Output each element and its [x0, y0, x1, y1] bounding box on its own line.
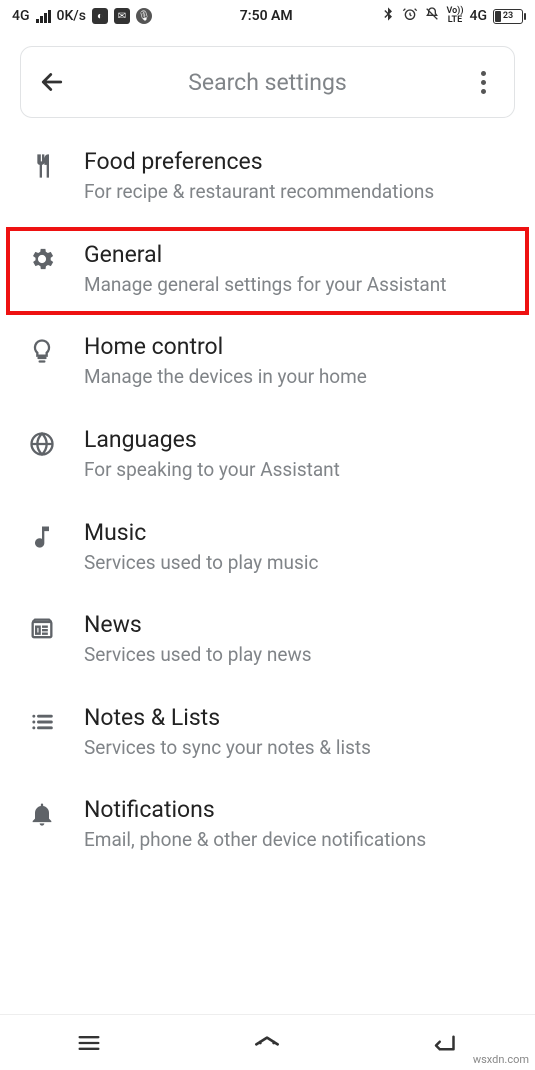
- settings-item-subtitle: For recipe & restaurant recommendations: [84, 179, 515, 205]
- settings-item-subtitle: Services to sync your notes & lists: [84, 735, 515, 761]
- settings-item-title: Music: [84, 519, 515, 546]
- search-input[interactable]: Search settings: [69, 69, 466, 96]
- settings-item-languages[interactable]: Languages For speaking to your Assistant: [0, 410, 535, 503]
- battery-icon: 23: [493, 9, 523, 24]
- settings-item-subtitle: Services used to play music: [84, 550, 515, 576]
- status-time: 7:50 AM: [240, 8, 293, 24]
- settings-item-news[interactable]: News Services used to play news: [0, 595, 535, 688]
- settings-item-title: News: [84, 611, 515, 638]
- settings-item-title: Food preferences: [84, 148, 515, 175]
- settings-item-general[interactable]: General Manage general settings for your …: [4, 225, 531, 318]
- mic-icon: 🎙: [136, 8, 152, 24]
- gear-icon: [22, 241, 62, 273]
- settings-item-title: Notifications: [84, 796, 515, 823]
- settings-item-text: Home control Manage the devices in your h…: [84, 333, 515, 390]
- volte-label: Vo))LTE: [446, 7, 463, 25]
- list-icon: [22, 704, 62, 736]
- settings-item-food-preferences[interactable]: Food preferences For recipe & restaurant …: [0, 132, 535, 225]
- bulb-icon: [22, 333, 62, 365]
- nav-home-button[interactable]: [237, 1023, 297, 1063]
- settings-item-text: Music Services used to play music: [84, 519, 515, 576]
- status-left: 4G 0K/s ◐ ✉ 🎙: [12, 8, 152, 24]
- dnd-icon: ◐: [92, 8, 108, 24]
- settings-item-text: Languages For speaking to your Assistant: [84, 426, 515, 483]
- settings-item-text: Notifications Email, phone & other device…: [84, 796, 515, 853]
- settings-item-text: General Manage general settings for your …: [84, 241, 515, 298]
- bell-icon: [22, 796, 62, 828]
- signal-icon: [36, 10, 51, 23]
- settings-item-subtitle: Services used to play news: [84, 642, 515, 668]
- globe-icon: [22, 426, 62, 458]
- settings-item-subtitle: Email, phone & other device notification…: [84, 827, 515, 853]
- fork-knife-icon: [22, 148, 62, 180]
- alarm-icon: [402, 6, 418, 26]
- watermark: wsxdn.com: [473, 1053, 529, 1066]
- settings-item-music[interactable]: Music Services used to play music: [0, 503, 535, 596]
- status-right: Vo))LTE 4G 23: [380, 6, 523, 26]
- settings-item-title: Home control: [84, 333, 515, 360]
- settings-item-notes-lists[interactable]: Notes & Lists Services to sync your notes…: [0, 688, 535, 781]
- settings-item-notifications[interactable]: Notifications Email, phone & other device…: [0, 780, 535, 873]
- settings-item-text: Notes & Lists Services to sync your notes…: [84, 704, 515, 761]
- settings-item-title: General: [84, 241, 515, 268]
- status-bar: 4G 0K/s ◐ ✉ 🎙 7:50 AM Vo))LTE 4G 23: [0, 0, 535, 32]
- settings-list: Food preferences For recipe & restaurant …: [0, 122, 535, 873]
- net2-label: 4G: [469, 8, 487, 24]
- bluetooth-icon: [380, 6, 396, 26]
- mute-icon: [424, 6, 440, 26]
- settings-item-text: News Services used to play news: [84, 611, 515, 668]
- settings-item-text: Food preferences For recipe & restaurant …: [84, 148, 515, 205]
- settings-item-title: Notes & Lists: [84, 704, 515, 731]
- back-button[interactable]: [35, 65, 69, 99]
- settings-item-subtitle: Manage the devices in your home: [84, 364, 515, 390]
- network-label: 4G: [12, 8, 30, 24]
- navigation-bar: [0, 1014, 535, 1070]
- settings-item-title: Languages: [84, 426, 515, 453]
- net-speed: 0K/s: [57, 8, 86, 24]
- newspaper-icon: [22, 611, 62, 643]
- music-note-icon: [22, 519, 62, 551]
- search-bar[interactable]: Search settings: [20, 46, 515, 118]
- settings-item-subtitle: Manage general settings for your Assista…: [84, 272, 515, 298]
- overflow-menu-button[interactable]: [466, 71, 500, 94]
- nav-back-button[interactable]: [416, 1023, 476, 1063]
- mail-icon: ✉: [114, 8, 130, 24]
- nav-menu-button[interactable]: [59, 1023, 119, 1063]
- settings-item-home-control[interactable]: Home control Manage the devices in your h…: [0, 317, 535, 410]
- settings-item-subtitle: For speaking to your Assistant: [84, 457, 515, 483]
